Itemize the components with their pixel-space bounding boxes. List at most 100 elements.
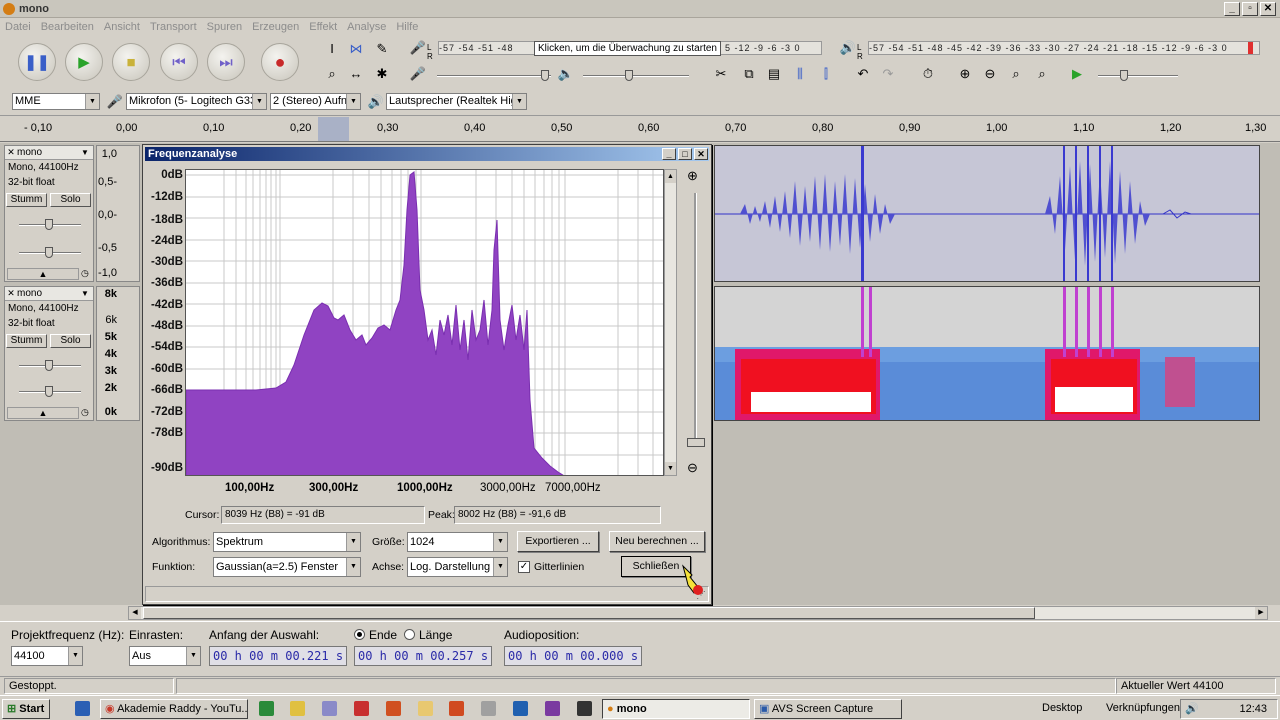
dialog-titlebar[interactable]: Frequenzanalyse _ □ ✕ [145, 147, 709, 161]
desktop-toolbar[interactable]: Desktop [1042, 702, 1082, 714]
text-app-icon[interactable] [354, 701, 369, 716]
play-button[interactable]: ▶ [65, 43, 103, 81]
spectrum-plot[interactable] [185, 169, 664, 476]
plot-vertical-scrollbar[interactable]: ▲ ▼ [664, 169, 677, 476]
spectrogram-view[interactable] [714, 286, 1260, 421]
multi-tool-icon[interactable]: ✱ [372, 64, 392, 84]
stop-button[interactable]: ■ [112, 43, 150, 81]
redo-icon[interactable]: ↷ [878, 64, 898, 84]
timeshift-tool-icon[interactable]: ↔ [346, 64, 366, 84]
scroll-right-icon[interactable]: ▶ [1255, 607, 1267, 619]
pan-slider[interactable] [19, 386, 81, 397]
outlook-icon[interactable] [513, 701, 528, 716]
size-select[interactable]: 1024 ▼ [407, 532, 508, 552]
speaker-tray-icon[interactable]: 🔊 [1185, 702, 1199, 715]
minimize-button[interactable]: _ [1224, 2, 1240, 16]
restore-button[interactable]: ▫ [1242, 2, 1258, 16]
skip-end-button[interactable]: ⏭ [207, 43, 245, 81]
silence-icon[interactable]: ⫿ [816, 64, 836, 84]
zoom-slider-knob[interactable] [687, 438, 705, 447]
start-button[interactable]: ⊞ Start [2, 699, 50, 719]
menu-analyse[interactable]: Analyse [347, 21, 386, 33]
clock[interactable]: 12:43 [1239, 703, 1267, 715]
speaker-meter-icon[interactable]: 🔊 [838, 38, 858, 58]
channels-select[interactable]: 2 (Stereo) Aufna ▼ [270, 93, 361, 110]
scroll-track[interactable]: ◀ ▶ [128, 606, 1268, 620]
export-button[interactable]: Exportieren ... [517, 531, 599, 552]
scroll-thumb[interactable] [143, 607, 1035, 619]
horizontal-scrollbar[interactable]: ◀ ▶ [0, 606, 1280, 620]
playback-volume-slider[interactable] [583, 70, 689, 81]
record-button[interactable]: ● [261, 43, 299, 81]
grid-checkbox[interactable]: ✓ [518, 561, 530, 573]
mute-button[interactable]: Stumm [6, 193, 47, 207]
recalculate-button[interactable]: Neu berechnen ... [609, 531, 705, 552]
pan-slider[interactable] [19, 247, 81, 258]
folder-icon[interactable] [418, 701, 433, 716]
project-rate-select[interactable]: 44100 ▼ [11, 646, 83, 666]
snap-select[interactable]: Aus ▼ [129, 646, 201, 666]
menu-transport[interactable]: Transport [150, 21, 197, 33]
copy-icon[interactable]: ⧉ [739, 64, 759, 84]
zoom-in-icon[interactable]: ⊕ [687, 168, 698, 184]
menu-datei[interactable]: Datei [5, 21, 31, 33]
taskbar-avs[interactable]: ▣ AVS Screen Capture [754, 699, 902, 719]
scroll-down-icon[interactable]: ▼ [665, 462, 676, 475]
playback-volume-knob[interactable] [625, 70, 633, 81]
links-toolbar[interactable]: Verknüpfungen [1106, 702, 1180, 714]
menu-erzeugen[interactable]: Erzeugen [252, 21, 299, 33]
function-select[interactable]: Gaussian(a=2.5) Fenster ▼ [213, 557, 361, 577]
dialog-maximize-button[interactable]: □ [678, 148, 692, 160]
scroll-up-icon[interactable]: ▲ [665, 170, 676, 183]
excel-icon[interactable] [259, 701, 274, 716]
audio-host-select[interactable]: MME ▼ [12, 93, 100, 110]
timeline-ruler[interactable]: - 0,10 0,00 0,10 0,20 0,30 0,40 0,50 0,6… [0, 115, 1280, 142]
algorithm-select[interactable]: Spektrum ▼ [213, 532, 361, 552]
powerpoint-icon[interactable] [449, 701, 464, 716]
paste-icon[interactable]: ▤ [764, 64, 784, 84]
media-icon[interactable] [290, 701, 305, 716]
menu-hilfe[interactable]: Hilfe [396, 21, 418, 33]
end-radio[interactable] [354, 629, 365, 640]
onenote-icon[interactable] [545, 701, 560, 716]
track-name[interactable]: mono [17, 288, 81, 299]
chevron-down-icon[interactable]: ▼ [81, 289, 93, 298]
undo-icon[interactable]: ↶ [853, 64, 873, 84]
zoom-out-icon[interactable]: ⊖ [687, 460, 698, 476]
app-icon[interactable] [481, 701, 496, 716]
solo-button[interactable]: Solo [50, 334, 91, 348]
pause-button[interactable]: ❚❚ [18, 43, 56, 81]
menu-effekt[interactable]: Effekt [309, 21, 337, 33]
taskbar-chrome[interactable]: ◉ Akademie Raddy - YouTu... [100, 699, 248, 719]
mic-meter-icon[interactable]: 🎤 [408, 38, 428, 58]
pan-knob[interactable] [45, 386, 53, 397]
menu-ansicht[interactable]: Ansicht [104, 21, 140, 33]
play-at-speed-icon[interactable]: ▶ [1067, 64, 1087, 84]
gain-slider[interactable] [19, 219, 81, 230]
selection-end-time[interactable]: 00 h 00 m 00.257 s [354, 646, 492, 666]
audio-position-time[interactable]: 00 h 00 m 00.000 s [504, 646, 642, 666]
recording-device-select[interactable]: Mikrofon (5- Logitech G330 ▼ [126, 93, 267, 110]
scroll-left-icon[interactable]: ◀ [129, 607, 141, 619]
play-speed-slider[interactable] [1098, 70, 1178, 81]
dialog-close-button[interactable]: ✕ [694, 148, 708, 160]
length-radio[interactable] [404, 629, 415, 640]
cut-icon[interactable]: ✂ [711, 64, 731, 84]
playback-meter[interactable]: -57 -54 -51 -48 -45 -42 -39 -36 -33 -30 … [868, 41, 1260, 55]
chevron-down-icon[interactable]: ▼ [81, 148, 93, 157]
filezilla-icon[interactable] [386, 701, 401, 716]
dialog-minimize-button[interactable]: _ [662, 148, 676, 160]
pan-knob[interactable] [45, 247, 53, 258]
screen-icon[interactable] [577, 701, 592, 716]
record-volume-slider[interactable] [437, 70, 551, 81]
collapse-track-icon[interactable]: ▲ [7, 407, 79, 419]
close-track-icon[interactable]: ✕ [5, 147, 17, 158]
gain-knob[interactable] [45, 219, 53, 230]
zoom-slider[interactable] [694, 193, 697, 443]
gain-slider[interactable] [19, 360, 81, 371]
mute-button[interactable]: Stumm [6, 334, 47, 348]
envelope-tool-icon[interactable]: ⋈ [346, 39, 366, 59]
zoom-in-icon[interactable]: ⊕ [955, 64, 975, 84]
record-volume-knob[interactable] [541, 70, 549, 81]
skip-start-button[interactable]: ⏮ [160, 43, 198, 81]
